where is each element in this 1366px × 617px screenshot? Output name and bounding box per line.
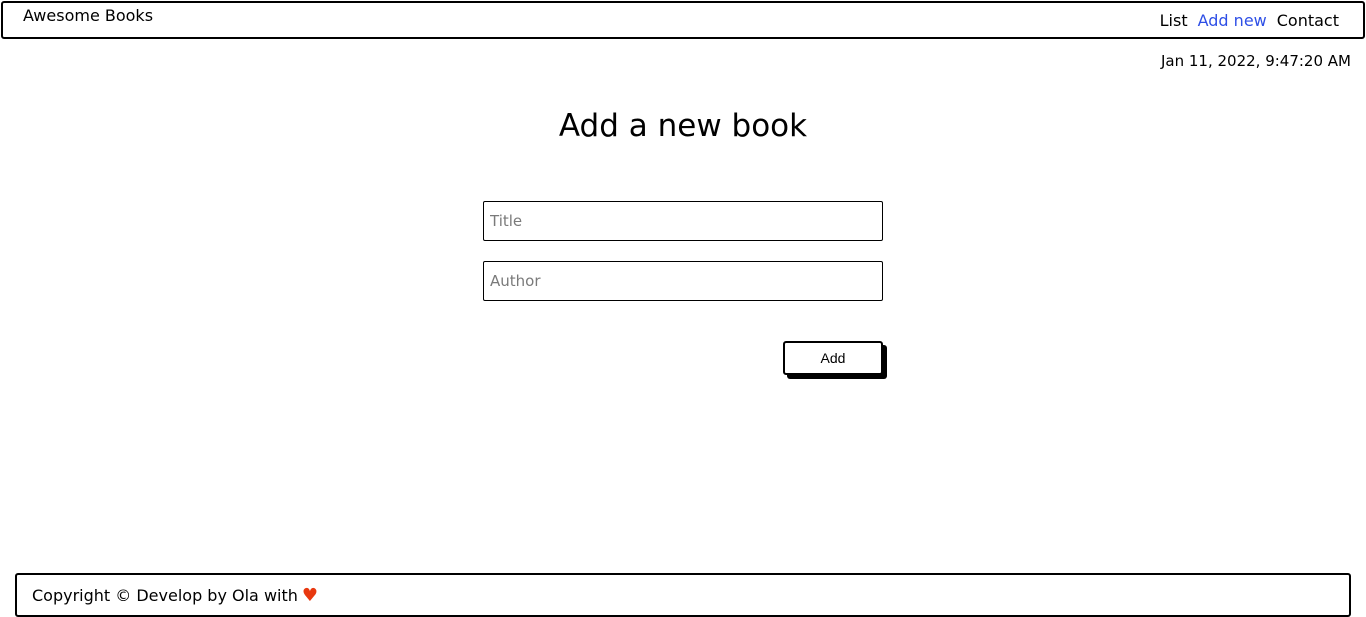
heart-icon: ♥ — [301, 585, 319, 606]
navbar: Awesome Books List Add new Contact — [1, 1, 1365, 39]
page: Awesome Books List Add new Contact Jan 1… — [0, 0, 1366, 617]
footer-text-wrap: Copyright © Develop by Ola with ♥ — [32, 585, 318, 607]
page-title: Add a new book — [558, 108, 808, 144]
nav-links: List Add new Contact — [1160, 11, 1339, 31]
author-input[interactable] — [483, 261, 883, 301]
nav-link-contact[interactable]: Contact — [1277, 11, 1339, 31]
title-input[interactable] — [483, 201, 883, 241]
nav-link-add-new[interactable]: Add new — [1198, 11, 1267, 31]
brand-title: Awesome Books — [23, 6, 154, 25]
copyright-text: Copyright © Develop by Ola with — [32, 586, 298, 605]
footer: Copyright © Develop by Ola with ♥ — [15, 573, 1351, 617]
add-button[interactable]: Add — [783, 341, 883, 375]
datetime-display: Jan 11, 2022, 9:47:20 AM — [1160, 52, 1351, 70]
nav-link-list[interactable]: List — [1160, 11, 1188, 31]
